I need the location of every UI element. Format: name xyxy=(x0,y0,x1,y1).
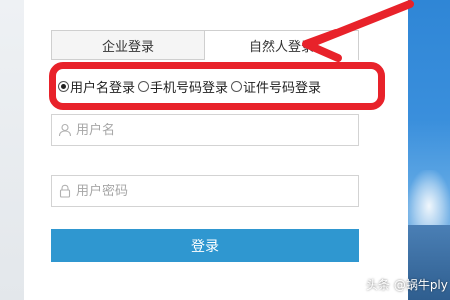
username-input[interactable] xyxy=(76,122,336,138)
cloud xyxy=(408,170,450,230)
annotation-arrow-icon xyxy=(302,0,414,62)
tab-enterprise-login[interactable]: 企业登录 xyxy=(51,30,205,60)
password-input[interactable] xyxy=(76,183,336,199)
password-field[interactable] xyxy=(51,175,359,207)
lock-icon xyxy=(59,184,71,198)
watermark: 头条 @蜗牛ply xyxy=(366,278,448,292)
login-button[interactable]: 登录 xyxy=(51,229,359,262)
user-icon xyxy=(58,123,72,137)
username-field[interactable] xyxy=(51,114,359,146)
background-left xyxy=(0,0,24,300)
